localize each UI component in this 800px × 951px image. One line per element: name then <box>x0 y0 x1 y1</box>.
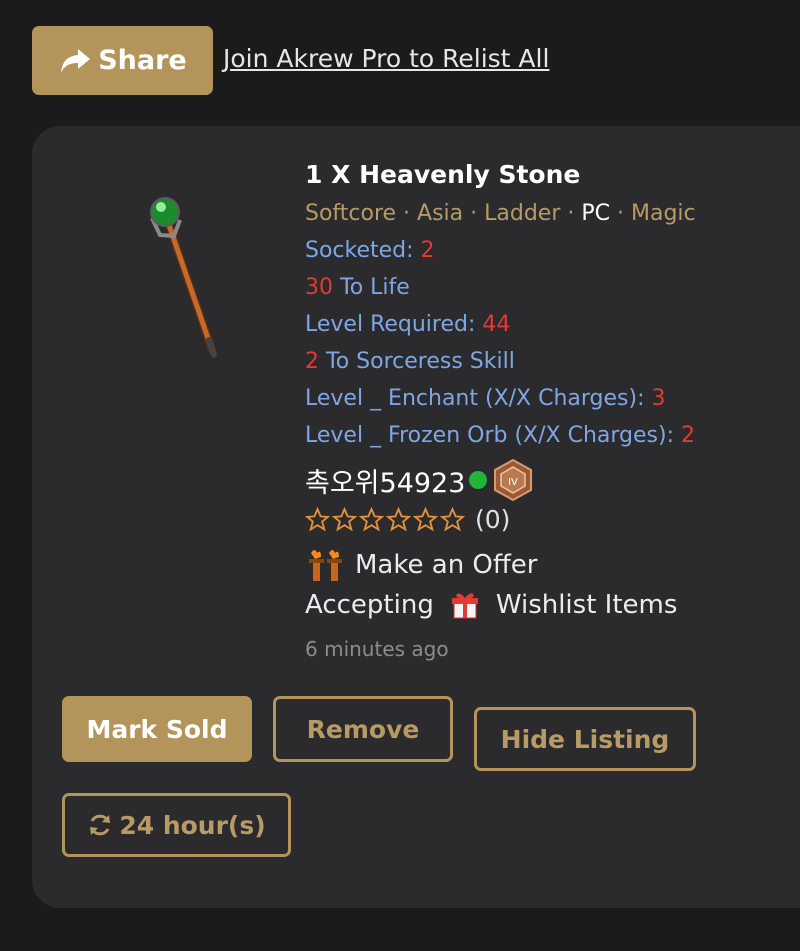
star-outline-icon <box>305 507 330 532</box>
time-ago: 6 minutes ago <box>305 637 449 661</box>
stat-value: 44 <box>482 312 511 337</box>
accepting-label: Accepting <box>305 590 434 620</box>
tag-separator: · <box>396 201 418 226</box>
duration-label: 24 hour(s) <box>119 810 266 840</box>
share-arrow-icon <box>61 48 91 73</box>
tag-separator: · <box>560 201 582 226</box>
stat-value: 3 <box>651 386 666 411</box>
remove-button[interactable]: Remove <box>273 696 453 762</box>
stat-line: Socketed: 2 <box>305 238 435 263</box>
stat-line: 2 To Sorceress Skill <box>305 349 515 374</box>
star-outline-icon <box>440 507 465 532</box>
hide-listing-button[interactable]: Hide Listing <box>474 707 696 771</box>
tag-region: Asia <box>417 201 464 226</box>
rating-row: (0) <box>305 505 510 534</box>
rating-count: (0) <box>475 505 511 534</box>
seller-name[interactable]: 촉오위54923 <box>305 461 465 500</box>
stat-value: 2 <box>681 423 695 448</box>
tag-platform: PC <box>581 201 611 226</box>
listing-tags: Softcore · Asia · Ladder · PC · Magic <box>305 201 696 226</box>
tag-separator: · <box>463 201 485 226</box>
bronze-rank-badge-icon: IV <box>494 458 533 502</box>
stat-label: Level Required: <box>305 312 483 337</box>
staff-item-icon <box>150 197 217 358</box>
refresh-icon <box>90 814 111 836</box>
stat-line: Level _ Frozen Orb (X/X Charges): 2 <box>305 423 695 448</box>
tag-ladder: Ladder <box>484 201 561 226</box>
seller-row: 촉오위54923 IV <box>305 458 535 502</box>
stat-line: Level Required: 44 <box>305 312 510 337</box>
stat-line: 30 To Life <box>305 275 410 300</box>
gift-icon <box>451 593 478 619</box>
torch-offer-icon <box>309 550 342 581</box>
stat-value: 30 <box>305 275 333 300</box>
star-outline-icon <box>386 507 411 532</box>
share-label: Share <box>98 45 187 76</box>
relist-duration-button[interactable]: 24 hour(s) <box>62 793 291 857</box>
svg-text:IV: IV <box>509 477 519 488</box>
stat-label: Level _ Enchant (X/X Charges): <box>305 386 652 411</box>
tag-rarity: Magic <box>631 201 696 226</box>
stat-line: Level _ Enchant (X/X Charges): 3 <box>305 386 666 411</box>
listing-title: 1 X Heavenly Stone <box>305 160 581 189</box>
star-outline-icon <box>332 507 357 532</box>
stat-label: Socketed: <box>305 238 421 263</box>
wishlist-label: Wishlist Items <box>495 590 678 620</box>
tag-mode: Softcore <box>305 201 397 226</box>
star-outline-icon <box>359 507 384 532</box>
star-outline-icon <box>413 507 438 532</box>
stat-value: 2 <box>305 349 319 374</box>
mark-sold-button[interactable]: Mark Sold <box>62 696 252 762</box>
share-button[interactable]: Share <box>32 26 213 95</box>
stat-value: 2 <box>420 238 435 263</box>
offer-text: Make an Offer <box>355 550 538 580</box>
offer-row: Make an Offer <box>305 547 538 583</box>
accepting-row: Accepting Wishlist Items <box>305 590 677 620</box>
tag-separator: · <box>610 201 631 226</box>
stat-label: Level _ Frozen Orb (X/X Charges): <box>305 423 681 448</box>
relist-pro-link[interactable]: Join Akrew Pro to Relist All <box>223 44 549 73</box>
stat-label: To Life <box>333 275 410 300</box>
online-status-icon <box>469 471 488 489</box>
stat-label: To Sorceress Skill <box>319 349 515 374</box>
